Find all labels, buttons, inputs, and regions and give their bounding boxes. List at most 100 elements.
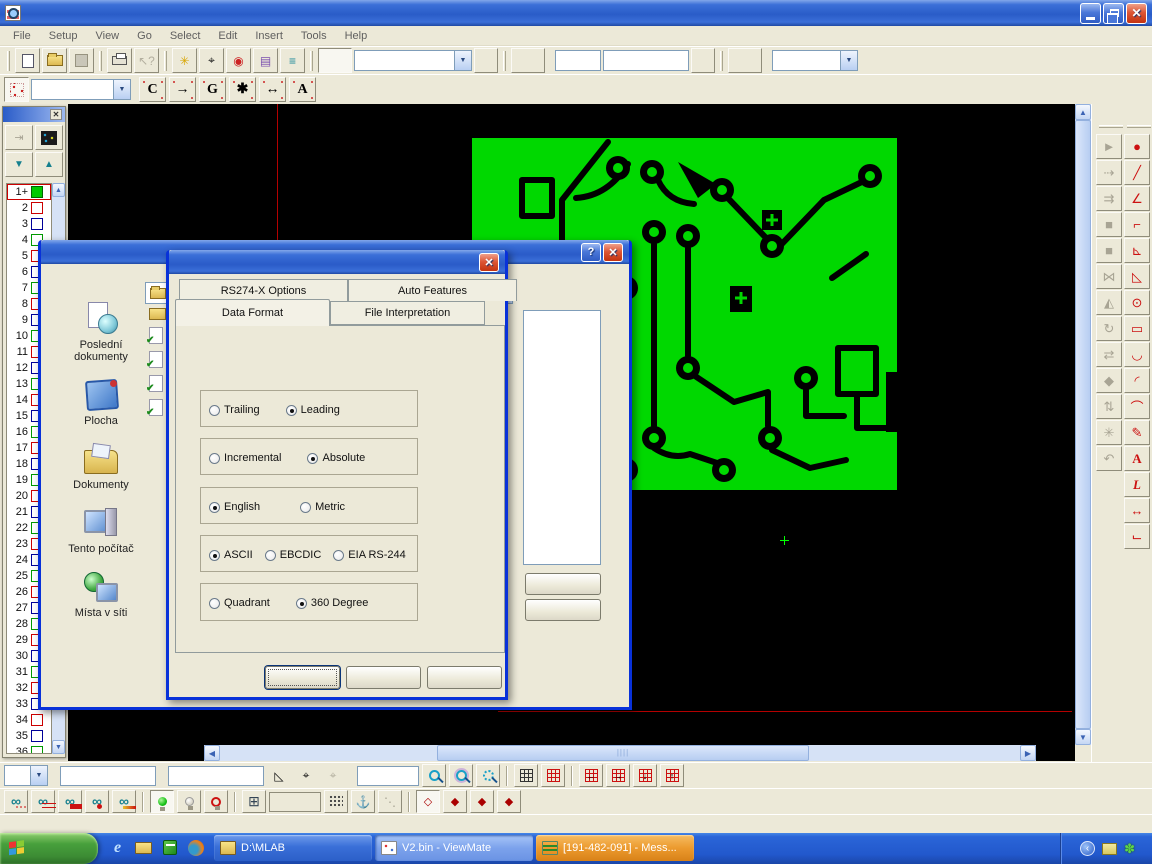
aperture-filter-button[interactable]: ✱ bbox=[229, 77, 256, 102]
tab[interactable]: File Interpretation bbox=[330, 301, 485, 325]
edit-tool-button[interactable]: ⇅ bbox=[1096, 394, 1122, 419]
menu-item[interactable]: Select bbox=[161, 28, 210, 44]
draw-tool-button[interactable]: L bbox=[1124, 472, 1150, 497]
draw-tool-button[interactable]: ◜ bbox=[1124, 368, 1150, 393]
radio-option[interactable]: 360 Degree bbox=[296, 597, 369, 609]
scroll-right-icon[interactable]: ▶ bbox=[1020, 745, 1036, 761]
open-file-button[interactable] bbox=[42, 48, 67, 73]
draw-tool-button[interactable]: ∠ bbox=[1124, 186, 1150, 211]
layer-down-button[interactable]: ▼ bbox=[5, 152, 33, 177]
cancel-button[interactable] bbox=[525, 599, 601, 621]
previous-dcode-button[interactable] bbox=[691, 48, 715, 73]
aperture-filter-button[interactable]: ↔ bbox=[259, 77, 286, 102]
draw-tool-button[interactable]: ⊾ bbox=[1124, 238, 1150, 263]
taskbar-task[interactable]: V2.bin - ViewMate bbox=[375, 835, 533, 861]
radio-option[interactable]: English bbox=[209, 501, 260, 513]
grid-snap-button[interactable] bbox=[514, 764, 538, 787]
unit-combobox[interactable]: ▼ bbox=[4, 765, 48, 786]
view-tool-button[interactable]: ⌖ bbox=[199, 48, 224, 73]
pad-display-1-button[interactable]: ◇ bbox=[416, 790, 440, 813]
draw-tool-button[interactable]: ◺ bbox=[1124, 264, 1150, 289]
horizontal-scrollbar-thumb[interactable] bbox=[437, 745, 809, 761]
pad-display-4-button[interactable]: ◆ bbox=[497, 790, 521, 813]
radio-option[interactable]: Incremental bbox=[209, 452, 281, 464]
apply-button[interactable] bbox=[427, 666, 502, 689]
radio-option[interactable]: EIA RS-244 bbox=[333, 549, 405, 561]
draw-tool-button[interactable]: A bbox=[1124, 446, 1150, 471]
tray-icq-icon[interactable]: ✽ bbox=[1124, 841, 1135, 857]
aperture-filter-button[interactable]: C bbox=[139, 77, 166, 102]
view-lines-button[interactable] bbox=[31, 790, 55, 813]
layer-row[interactable]: 2 bbox=[7, 200, 51, 216]
menu-item[interactable]: Edit bbox=[209, 28, 246, 44]
tray-messenger-icon[interactable] bbox=[1102, 843, 1117, 855]
help-book-icon[interactable] bbox=[160, 838, 179, 857]
places-bar-item[interactable]: Plocha bbox=[53, 378, 149, 427]
import-button[interactable] bbox=[525, 573, 601, 595]
layer-move-button[interactable]: ⇥ bbox=[5, 125, 33, 150]
edit-tool-button[interactable]: ► bbox=[1096, 134, 1122, 159]
layers-close-icon[interactable]: ✕ bbox=[50, 109, 62, 120]
internet-explorer-icon[interactable]: e bbox=[108, 838, 127, 857]
highlight-on-button[interactable] bbox=[150, 790, 174, 813]
edit-tool-button[interactable]: ◭ bbox=[1096, 290, 1122, 315]
scroll-up-icon[interactable]: ▲ bbox=[1075, 104, 1091, 120]
print-button[interactable] bbox=[107, 48, 132, 73]
edit-tool-button[interactable]: ⇉ bbox=[1096, 186, 1122, 211]
close-button[interactable]: ✕ bbox=[1126, 3, 1147, 24]
help-button[interactable]: ? bbox=[581, 243, 601, 262]
vertical-scrollbar[interactable]: ▲ ▼ bbox=[1075, 104, 1091, 745]
context-help-button[interactable]: ↖? bbox=[134, 48, 159, 73]
edit-tool-button[interactable]: ↻ bbox=[1096, 316, 1122, 341]
aperture-highlight-toggle[interactable] bbox=[4, 77, 29, 102]
vector-path-button[interactable]: ⋱ bbox=[378, 790, 402, 813]
edit-tool-button[interactable]: ◆ bbox=[1096, 368, 1122, 393]
layer-row[interactable]: 1+ bbox=[7, 184, 51, 200]
cancel-button[interactable] bbox=[346, 666, 421, 689]
chevron-down-icon[interactable]: ▼ bbox=[454, 51, 471, 70]
only-dcode-toggle[interactable] bbox=[511, 48, 545, 73]
hide-icons-chevron[interactable]: ‹ bbox=[1080, 841, 1095, 856]
draw-tool-button[interactable]: ⌒ bbox=[1124, 394, 1150, 419]
scroll-down-icon[interactable]: ▼ bbox=[1075, 729, 1091, 745]
layer-row[interactable]: 34 bbox=[7, 712, 51, 728]
layer-row[interactable]: 35 bbox=[7, 728, 51, 744]
draw-tool-button[interactable]: ↔ bbox=[1124, 498, 1150, 523]
view-tool-button[interactable]: ▤ bbox=[253, 48, 278, 73]
only-net-toggle[interactable] bbox=[728, 48, 762, 73]
places-bar-item[interactable]: Poslední dokumenty bbox=[53, 302, 149, 363]
view-tool-button[interactable]: ✳ bbox=[172, 48, 197, 73]
zoom-select-button[interactable] bbox=[449, 764, 473, 787]
relative-origin-icon[interactable]: ⌖ bbox=[321, 764, 345, 787]
edit-tool-button[interactable]: ■ bbox=[1096, 212, 1122, 237]
origin-target-icon[interactable]: ⌖ bbox=[294, 764, 318, 787]
menu-item[interactable]: File bbox=[4, 28, 40, 44]
zoom-value-input[interactable] bbox=[357, 766, 419, 786]
show-desktop-icon[interactable] bbox=[134, 838, 153, 857]
draw-tool-button[interactable]: ◡ bbox=[1124, 342, 1150, 367]
zoom-tool-button[interactable] bbox=[422, 764, 446, 787]
edit-tool-button[interactable]: ⇢ bbox=[1096, 160, 1122, 185]
view-pads-button[interactable] bbox=[85, 790, 109, 813]
grid-dots-button[interactable] bbox=[324, 790, 348, 813]
taskbar-task[interactable]: [191-482-091] - Mess... bbox=[536, 835, 694, 861]
only-layer-toggle[interactable] bbox=[318, 48, 352, 73]
pan-left-button[interactable]: ← bbox=[579, 764, 603, 787]
aperture-filter-button[interactable]: A bbox=[289, 77, 316, 102]
aperture-type-combobox[interactable]: ▼ bbox=[31, 79, 131, 100]
draw-tool-button[interactable]: ● bbox=[1124, 134, 1150, 159]
pad-display-3-button[interactable]: ◆ bbox=[470, 790, 494, 813]
layer-up-button[interactable]: ▲ bbox=[35, 152, 63, 177]
new-file-button[interactable] bbox=[15, 48, 40, 73]
vertical-scrollbar-thumb[interactable] bbox=[1075, 120, 1091, 729]
menu-item[interactable]: Setup bbox=[40, 28, 87, 44]
menu-item[interactable]: Go bbox=[128, 28, 161, 44]
draw-tool-button[interactable]: ▭ bbox=[1124, 316, 1150, 341]
radio-option[interactable]: Quadrant bbox=[209, 597, 270, 609]
edit-tool-button[interactable]: ✳ bbox=[1096, 420, 1122, 445]
zoom-region-button[interactable] bbox=[476, 764, 500, 787]
places-bar-item[interactable]: Místa v síti bbox=[53, 570, 149, 619]
view-sketch-button[interactable] bbox=[112, 790, 136, 813]
edit-tool-button[interactable]: ⇄ bbox=[1096, 342, 1122, 367]
menu-item[interactable]: Help bbox=[336, 28, 377, 44]
